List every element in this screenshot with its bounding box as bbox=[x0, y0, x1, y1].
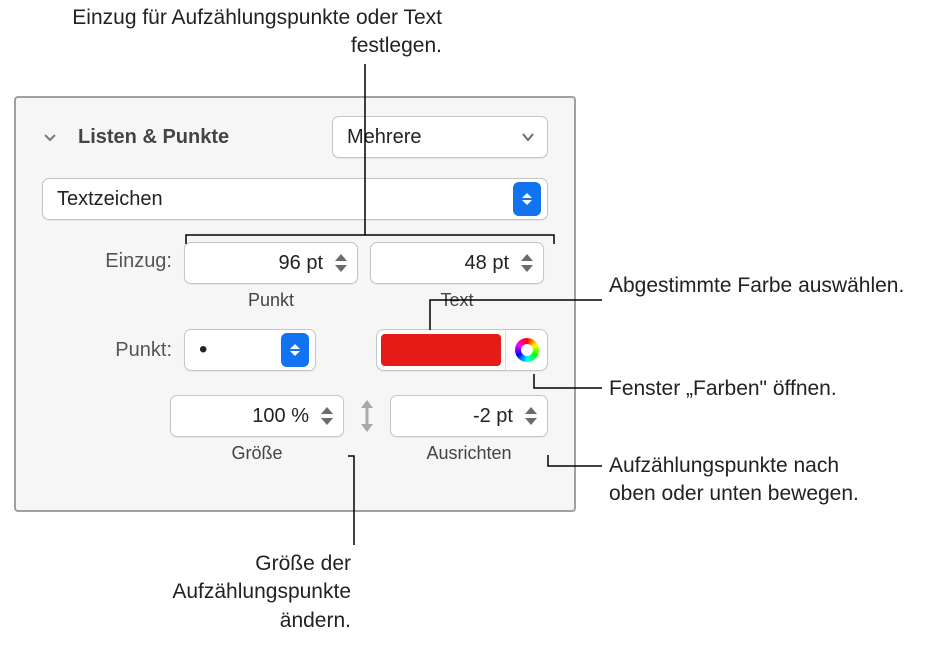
punkt-label: Punkt: bbox=[42, 339, 172, 362]
updown-icon bbox=[281, 333, 309, 367]
color-wheel-icon bbox=[515, 338, 539, 362]
bullet-style-select-value: Mehrere bbox=[347, 126, 519, 149]
callout-align: Aufzählungspunkte nach oben oder unten b… bbox=[609, 452, 889, 509]
section-title: Listen & Punkte bbox=[78, 126, 229, 149]
updown-icon bbox=[513, 182, 541, 216]
indent-punkt-stepper[interactable]: 96 pt bbox=[184, 242, 358, 284]
indent-punkt-value: 96 pt bbox=[195, 252, 329, 275]
stepper-arrows-icon bbox=[315, 405, 339, 427]
bullet-symbol-select[interactable]: • bbox=[184, 329, 316, 371]
vertical-arrows-icon bbox=[356, 400, 378, 432]
indent-text-value: 48 pt bbox=[381, 252, 515, 275]
stepper-arrows-icon bbox=[515, 252, 539, 274]
einzug-label: Einzug: bbox=[42, 242, 172, 273]
callout-color-swatch: Abgestimmte Farbe auswählen. bbox=[609, 272, 909, 300]
bullet-size-sublabel: Größe bbox=[170, 443, 344, 464]
bullet-align-sublabel: Ausrichten bbox=[390, 443, 548, 464]
callout-color-picker: Fenster „Farben" öffnen. bbox=[609, 375, 837, 403]
callout-indent: Einzug für Aufzählungspunkte oder Text f… bbox=[42, 4, 442, 61]
bullet-align-value: -2 pt bbox=[401, 405, 519, 428]
bullet-type-select[interactable]: Textzeichen bbox=[42, 178, 548, 220]
callout-size: Größe der Aufzählungspunkte ändern. bbox=[111, 550, 351, 635]
bullet-color-picker-button[interactable] bbox=[505, 330, 547, 370]
indent-text-stepper[interactable]: 48 pt bbox=[370, 242, 544, 284]
bullet-symbol-value: • bbox=[199, 338, 281, 362]
indent-text-sublabel: Text bbox=[370, 290, 544, 311]
bullet-color-swatch[interactable] bbox=[381, 334, 501, 366]
disclosure-toggle[interactable] bbox=[42, 129, 58, 145]
chevron-down-icon bbox=[519, 128, 537, 146]
bullet-type-value: Textzeichen bbox=[57, 188, 513, 211]
bullet-style-select[interactable]: Mehrere bbox=[332, 116, 548, 158]
bullet-align-stepper[interactable]: -2 pt bbox=[390, 395, 548, 437]
lists-bullets-panel: Listen & Punkte Mehrere Textzeichen Einz… bbox=[14, 96, 576, 512]
bullet-size-value: 100 % bbox=[181, 405, 315, 428]
stepper-arrows-icon bbox=[519, 405, 543, 427]
bullet-size-stepper[interactable]: 100 % bbox=[170, 395, 344, 437]
stepper-arrows-icon bbox=[329, 252, 353, 274]
indent-punkt-sublabel: Punkt bbox=[184, 290, 358, 311]
bullet-color-well bbox=[376, 329, 548, 371]
